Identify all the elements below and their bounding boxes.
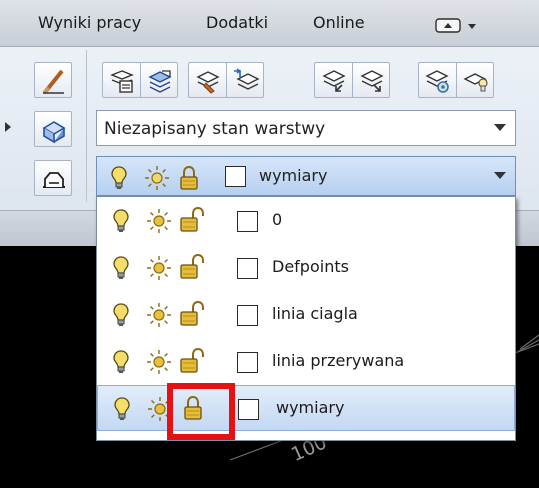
layer-previous-button[interactable]: [314, 62, 352, 98]
current-layer-combo[interactable]: wymiary: [96, 156, 516, 196]
unlock-icon[interactable]: [179, 300, 205, 328]
layer-properties-icon: [110, 70, 134, 93]
color-swatch[interactable]: [237, 305, 258, 326]
lock-icon: [180, 165, 198, 190]
menu-online[interactable]: Online: [313, 13, 365, 32]
lightbulb-on-icon: [111, 166, 127, 189]
layer-walk-button[interactable]: [352, 62, 390, 98]
layer-row[interactable]: linia przerywana: [97, 339, 515, 385]
sun-thawed-icon[interactable]: [146, 349, 172, 375]
layer-name: Defpoints: [272, 257, 349, 276]
lightbulb-on-icon[interactable]: [113, 256, 129, 280]
sun-thawed-icon[interactable]: [146, 302, 172, 328]
small-arrow-icon: [5, 122, 11, 132]
panel-toggle-dropdown-icon[interactable]: [434, 16, 484, 36]
unlock-icon[interactable]: [179, 347, 205, 375]
layer-settings-icon: [425, 70, 449, 93]
layer-name: 0: [272, 210, 283, 229]
menu-dodatki[interactable]: Dodatki: [206, 13, 268, 32]
make-current-icon: [196, 71, 220, 94]
layer-row[interactable]: wymiary: [97, 385, 515, 431]
layer-row[interactable]: 0: [97, 198, 515, 244]
make-current-button[interactable]: [188, 62, 226, 98]
lightbulb-on-icon[interactable]: [113, 350, 129, 374]
current-layer-name: wymiary: [259, 166, 328, 185]
color-swatch[interactable]: [237, 258, 258, 279]
menu-bar: Wyniki pracy Dodatki Online: [0, 0, 539, 47]
lightbulb-on-icon[interactable]: [113, 303, 129, 327]
color-swatch[interactable]: [237, 352, 258, 373]
layer-properties-3d-icon: [42, 121, 66, 144]
unlock-icon[interactable]: [179, 253, 205, 281]
layer-name: linia przerywana: [272, 351, 405, 370]
layer-settings-button[interactable]: [418, 62, 456, 98]
layer-freeze-icon: [463, 73, 488, 92]
chevron-down-icon: [494, 172, 506, 179]
layer-match-icon: [234, 68, 260, 90]
lightbulb-on-icon[interactable]: [114, 397, 130, 421]
chevron-down-icon: [494, 124, 506, 131]
current-layer-icons: [1, 154, 198, 200]
layer-row[interactable]: linia ciagla: [97, 292, 515, 338]
layer-walk-icon: [360, 70, 384, 92]
color-swatch[interactable]: [238, 399, 259, 420]
menu-wyniki-pracy[interactable]: Wyniki pracy: [38, 13, 141, 32]
lightbulb-on-icon[interactable]: [113, 209, 129, 233]
layer-row[interactable]: Defpoints: [97, 245, 515, 291]
layer-name: linia ciagla: [272, 304, 358, 323]
unlock-icon[interactable]: [179, 206, 205, 234]
layer-previous-icon: [322, 70, 346, 92]
layer-properties-3d-button[interactable]: [34, 111, 72, 147]
layer-states-button[interactable]: [140, 62, 178, 98]
sun-thawed-icon[interactable]: [146, 208, 172, 234]
layer-freeze-button[interactable]: [456, 62, 494, 98]
layer-state-value: Niezapisany stan warstwy: [104, 119, 326, 139]
color-swatch[interactable]: [237, 211, 258, 232]
layer-state-combo[interactable]: Niezapisany stan warstwy: [96, 110, 516, 146]
lock-highlight-annotation: [167, 383, 235, 440]
color-swatch: [225, 166, 246, 187]
layer-match-button[interactable]: [226, 62, 264, 98]
layer-dropdown-list: 0 Defpoints linia ciagla linia przerywana wy…: [96, 196, 516, 441]
sun-thawed-icon[interactable]: [146, 255, 172, 281]
sun-thawed-icon: [145, 166, 169, 190]
layer-properties-button[interactable]: [102, 62, 140, 98]
layer-states-icon: [148, 70, 172, 93]
layer-name: wymiary: [276, 398, 345, 417]
match-layer-brush-icon: [42, 69, 64, 95]
match-layer-button[interactable]: [34, 62, 72, 98]
